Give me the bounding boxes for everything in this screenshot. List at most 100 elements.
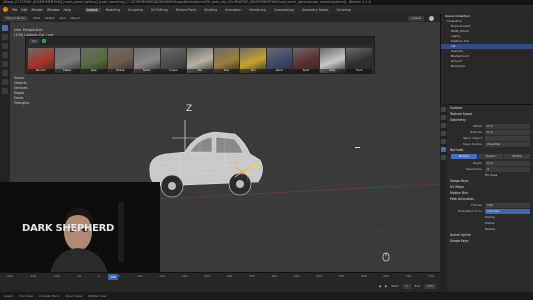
- end-frame-field[interactable]: 250: [424, 283, 436, 289]
- menu-render[interactable]: Render: [32, 8, 43, 12]
- workspace-tab-rendering[interactable]: Rendering: [247, 8, 267, 12]
- gizmo-axes[interactable]: [170, 118, 200, 158]
- transform-tool-icon[interactable]: [2, 70, 8, 76]
- asset-thumbnail[interactable]: Racer: [266, 48, 293, 73]
- properties-tabs: [440, 104, 447, 292]
- timeline-tick-label: -200: [6, 274, 13, 278]
- fill-mode-round[interactable]: Round: [451, 154, 477, 159]
- select-box-tool-icon[interactable]: [2, 25, 8, 31]
- timeline-tick-label: 750: [428, 274, 434, 278]
- timeline-tick-label: 700: [405, 274, 412, 278]
- asset-thumbnail[interactable]: Rally: [319, 48, 346, 73]
- timeline-tick-label: -100: [52, 274, 60, 278]
- menu-help[interactable]: Help: [63, 8, 70, 12]
- status-pan-view: Pan View: [19, 294, 33, 298]
- asset-thumbnail[interactable]: Sedan: [134, 48, 160, 73]
- render-tab-icon[interactable]: [441, 115, 446, 120]
- object-tab-icon[interactable]: [441, 139, 446, 144]
- timeline-tick-label: -50: [76, 274, 82, 278]
- workspace-tab-compositing[interactable]: Compositing: [272, 8, 296, 12]
- play-reverse-icon[interactable]: ◀: [379, 284, 381, 288]
- current-frame-indicator[interactable]: 190: [108, 274, 118, 280]
- workspace-tab-sculpting[interactable]: Sculpting: [126, 8, 145, 12]
- asset-thumbnail[interactable]: Pickup: [107, 48, 134, 73]
- asset-filter-dropdown[interactable]: All: [29, 38, 39, 44]
- start-frame-field[interactable]: 1: [402, 283, 411, 289]
- outliner-row[interactable]: Backdrop: [441, 64, 533, 69]
- workspace-tab-geometry-nodes[interactable]: Geometry Nodes: [300, 8, 331, 12]
- menu-file[interactable]: File: [12, 8, 17, 12]
- status-bar: Select Pan View Context Menu Zoom View R…: [0, 292, 533, 300]
- status-context-menu: Context Menu: [38, 294, 60, 298]
- asset-thumbnail-label: Classic: [54, 69, 81, 73]
- workspace-tab-layout[interactable]: Layout: [84, 7, 100, 12]
- asset-thumbnail-label: Pickup: [107, 69, 134, 73]
- workspace-tab-modeling[interactable]: Modeling: [104, 8, 123, 12]
- workspace-tab-scripting[interactable]: Scripting: [335, 8, 353, 12]
- object-menu[interactable]: Object: [70, 16, 80, 20]
- timeline-tick-label: 0: [97, 274, 100, 278]
- asset-thumbnail-label: Truck: [346, 69, 372, 73]
- mode-selector[interactable]: Object Mode: [3, 15, 28, 21]
- rotate-tool-icon[interactable]: [2, 52, 8, 58]
- asset-thumbnail[interactable]: Bus: [213, 48, 240, 73]
- timeline-tick-label: 150: [159, 274, 166, 278]
- menu-edit[interactable]: Edit: [21, 8, 27, 12]
- asset-thumbnail[interactable]: Coupe: [160, 48, 187, 73]
- status-select: Select: [4, 294, 14, 298]
- add-menu[interactable]: Add: [59, 16, 65, 20]
- blender-logo-icon[interactable]: [3, 7, 8, 12]
- fill-mode-profile[interactable]: Profile: [504, 154, 531, 159]
- shading-solid-icon[interactable]: [429, 15, 434, 21]
- asset-thumbnail[interactable]: Truck: [346, 48, 372, 73]
- curve-data-tab-icon[interactable]: [441, 147, 446, 152]
- outliner-panel[interactable]: Scene Collection Collection Environment HD…: [440, 14, 533, 104]
- asset-browser-popup[interactable]: All Red Car Classic Jeep Pickup Sedan Coupe Va…: [25, 36, 375, 74]
- move-tool-icon[interactable]: [2, 43, 8, 49]
- headlight: [252, 164, 258, 168]
- tool-tab-icon[interactable]: [441, 107, 446, 112]
- asset-thumbnail[interactable]: Van: [187, 48, 213, 73]
- properties-panel[interactable]: Surface Texture Space Geometry Offset 0 m…: [440, 104, 533, 292]
- asset-thumbnail[interactable]: Sport: [293, 48, 319, 73]
- asset-thumbnail[interactable]: Jeep: [81, 48, 107, 73]
- output-tab-icon[interactable]: [441, 123, 446, 128]
- asset-thumbnail-label: Van: [187, 69, 213, 73]
- play-icon[interactable]: ▶: [385, 284, 387, 288]
- workspace-tab-uv-editing[interactable]: UV Editing: [149, 8, 170, 12]
- measure-tool-icon[interactable]: [2, 88, 8, 94]
- transform-orientation[interactable]: Global: [408, 15, 424, 21]
- asset-thumbnail-label: Jeep: [81, 69, 107, 73]
- asset-thumbnail-label: Coupe: [160, 69, 187, 73]
- material-tab-icon[interactable]: [441, 155, 446, 160]
- section-shape-keys-2[interactable]: Shape Keys: [441, 238, 533, 244]
- scale-tool-icon[interactable]: [2, 61, 8, 67]
- channel-logo: DARK SHEPHERD: [22, 223, 115, 234]
- view-menu[interactable]: View: [33, 16, 40, 20]
- workspace-tab-texture-paint[interactable]: Texture Paint: [174, 8, 199, 12]
- asset-browser-header: All: [26, 37, 374, 45]
- asset-thumbnail-label: Racer: [266, 69, 293, 73]
- timeline-tick-label: 190: [181, 274, 188, 278]
- menu-bar: File Edit Render Window Help Layout Mode…: [0, 5, 533, 14]
- asset-thumbnail-label: Bus: [213, 69, 240, 73]
- scene-tab-icon[interactable]: [441, 131, 446, 136]
- asset-thumbnail[interactable]: Red Car: [28, 48, 54, 73]
- select-menu[interactable]: Select: [45, 16, 54, 20]
- workspace-tab-animation[interactable]: Animation: [223, 8, 243, 12]
- asset-thumbnail[interactable]: Taxi: [240, 48, 266, 73]
- asset-thumbnail-label: Taxi: [240, 69, 266, 73]
- fill-mode-buttons: Round Object Profile: [441, 153, 533, 160]
- cursor-tool-icon[interactable]: [2, 34, 8, 40]
- asset-thumbnail-label: Rally: [319, 69, 346, 73]
- add-asset-icon[interactable]: [41, 39, 46, 43]
- annotate-tool-icon[interactable]: [2, 79, 8, 85]
- timeline-ruler[interactable]: -200 -150 -100 -50 0 50 100 150 190 250 300 350 400 4…: [0, 274, 440, 280]
- workspace-tab-shading[interactable]: Shading: [202, 8, 219, 12]
- end-label: End: [414, 284, 421, 288]
- window-title: [Stage_01737R40_ADVENTMENTING] [main_wor…: [3, 0, 371, 4]
- menu-window[interactable]: Window: [47, 8, 60, 12]
- asset-thumbnail[interactable]: Classic: [54, 48, 81, 73]
- fill-mode-object[interactable]: Object: [477, 154, 504, 159]
- gizmo-z-axis-label: Z: [186, 104, 193, 114]
